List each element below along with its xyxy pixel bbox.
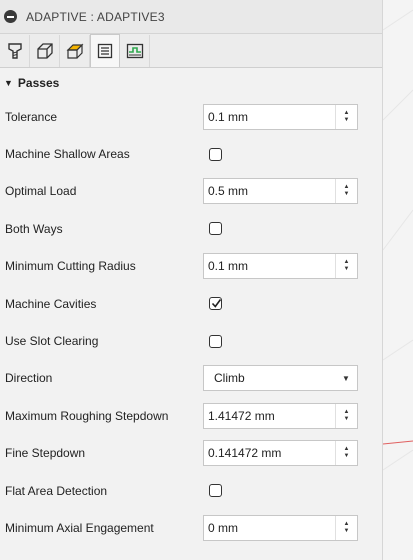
tab-linking[interactable] xyxy=(120,35,150,67)
chevron-down-icon: ▼ xyxy=(342,373,350,383)
geometry-icon xyxy=(36,43,53,59)
min-axial-engagement-spinner[interactable]: ▲ ▼ xyxy=(335,515,357,540)
row-both-ways: Both Ways xyxy=(0,210,382,247)
min-cutting-radius-value: 0.1 mm xyxy=(208,259,249,274)
fine-stepdown-label: Fine Stepdown xyxy=(5,446,86,461)
min-cutting-radius-spinner[interactable]: ▲ ▼ xyxy=(335,254,357,279)
tolerance-value: 0.1 mm xyxy=(208,109,249,124)
tab-passes[interactable] xyxy=(90,34,120,67)
row-direction: Direction Climb ▼ xyxy=(0,360,382,397)
tolerance-input[interactable]: 0.1 mm ▲ ▼ xyxy=(203,103,358,130)
min-axial-engagement-label: Minimum Axial Engagement xyxy=(5,520,154,535)
machine-cavities-checkbox[interactable] xyxy=(209,297,222,311)
collapse-icon[interactable] xyxy=(4,10,17,23)
min-axial-engagement-input[interactable]: 0 mm ▲ ▼ xyxy=(203,514,358,541)
linking-icon xyxy=(126,43,143,59)
tab-bar xyxy=(0,34,382,68)
tool-icon xyxy=(7,43,22,59)
row-min-axial-engagement: Minimum Axial Engagement 0 mm ▲ ▼ xyxy=(0,509,382,546)
optimal-load-value: 0.5 mm xyxy=(208,184,249,199)
tab-tool[interactable] xyxy=(0,35,30,67)
operation-dialog: ADAPTIVE : ADAPTIVE3 ▼ Passes Tolerance … xyxy=(0,0,383,560)
fine-stepdown-spinner[interactable]: ▲ ▼ xyxy=(335,441,357,466)
row-use-slot-clearing: Use Slot Clearing xyxy=(0,322,382,359)
row-fine-stepdown: Fine Stepdown 0.141472 mm ▲ ▼ xyxy=(0,435,382,472)
heights-icon xyxy=(66,43,83,59)
checkmark-icon xyxy=(211,299,222,308)
both-ways-label: Both Ways xyxy=(5,221,63,236)
machine-cavities-label: Machine Cavities xyxy=(5,296,97,311)
fine-stepdown-input[interactable]: 0.141472 mm ▲ ▼ xyxy=(203,440,358,467)
direction-value: Climb xyxy=(214,371,245,386)
use-slot-clearing-checkbox[interactable] xyxy=(209,334,222,348)
row-optimal-load: Optimal Load 0.5 mm ▲ ▼ xyxy=(0,173,382,210)
direction-select[interactable]: Climb ▼ xyxy=(203,365,358,392)
optimal-load-spinner[interactable]: ▲ ▼ xyxy=(335,179,357,204)
max-rough-stepdown-input[interactable]: 1.41472 mm ▲ ▼ xyxy=(203,402,358,429)
max-rough-stepdown-label: Maximum Roughing Stepdown xyxy=(5,408,169,423)
tab-heights[interactable] xyxy=(60,35,90,67)
row-flat-area-detection: Flat Area Detection xyxy=(0,472,382,509)
row-min-cutting-radius: Minimum Cutting Radius 0.1 mm ▲ ▼ xyxy=(0,248,382,285)
row-machine-cavities: Machine Cavities xyxy=(0,285,382,322)
min-axial-engagement-value: 0 mm xyxy=(208,520,238,535)
min-cutting-radius-label: Minimum Cutting Radius xyxy=(5,259,136,274)
machine-shallow-label: Machine Shallow Areas xyxy=(5,147,130,162)
row-tolerance: Tolerance 0.1 mm ▲ ▼ xyxy=(0,98,382,135)
flat-area-detection-checkbox[interactable] xyxy=(209,484,222,498)
both-ways-checkbox[interactable] xyxy=(209,222,222,236)
max-rough-stepdown-spinner[interactable]: ▲ ▼ xyxy=(335,403,357,428)
optimal-load-label: Optimal Load xyxy=(5,184,77,199)
flat-area-detection-label: Flat Area Detection xyxy=(5,483,108,498)
row-max-rough-stepdown: Maximum Roughing Stepdown 1.41472 mm ▲ ▼ xyxy=(0,397,382,434)
min-cutting-radius-input[interactable]: 0.1 mm ▲ ▼ xyxy=(203,253,358,280)
use-slot-clearing-label: Use Slot Clearing xyxy=(5,334,99,349)
dialog-title: ADAPTIVE : ADAPTIVE3 xyxy=(26,9,165,24)
direction-label: Direction xyxy=(5,371,53,386)
fine-stepdown-value: 0.141472 mm xyxy=(208,446,282,461)
tolerance-label: Tolerance xyxy=(5,109,58,124)
max-rough-stepdown-value: 1.41472 mm xyxy=(208,408,275,423)
section-title: Passes xyxy=(17,76,60,90)
machine-shallow-checkbox[interactable] xyxy=(209,147,222,161)
dialog-titlebar: ADAPTIVE : ADAPTIVE3 xyxy=(0,0,382,34)
triangle-down-icon: ▼ xyxy=(4,78,13,88)
tab-geometry[interactable] xyxy=(30,35,60,67)
section-passes-header[interactable]: ▼ Passes xyxy=(0,68,382,98)
tolerance-spinner[interactable]: ▲ ▼ xyxy=(335,104,357,129)
passes-icon xyxy=(97,43,113,59)
row-machine-shallow: Machine Shallow Areas xyxy=(0,135,382,172)
optimal-load-input[interactable]: 0.5 mm ▲ ▼ xyxy=(203,178,358,205)
